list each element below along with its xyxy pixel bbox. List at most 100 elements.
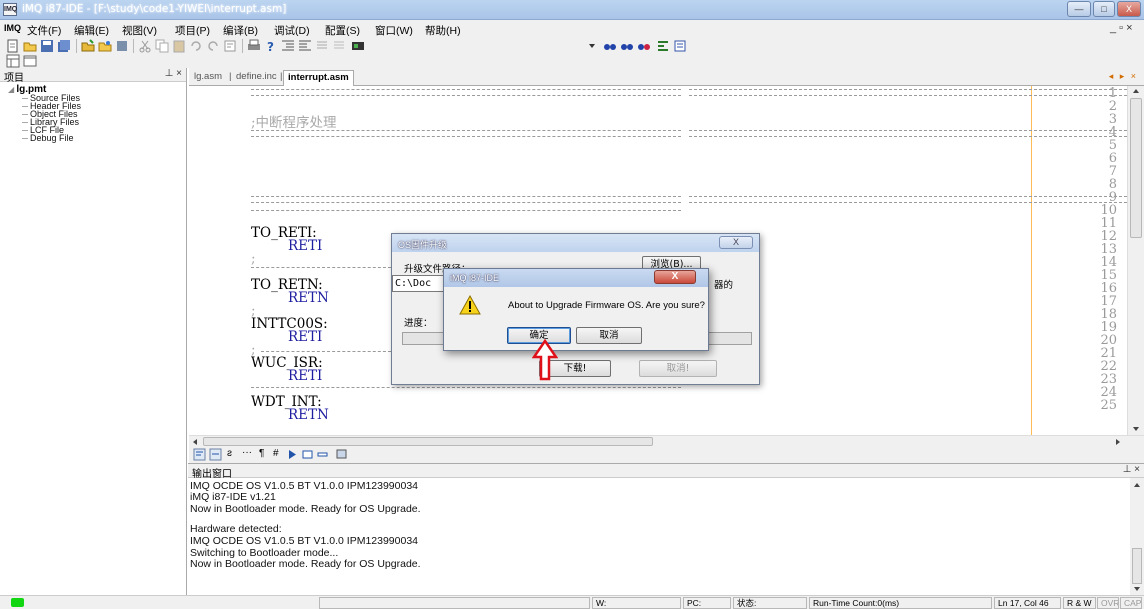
- tab-lg-asm[interactable]: lg.asm: [194, 70, 222, 86]
- tab-navigation[interactable]: ◂ ▸ ×: [1109, 71, 1138, 82]
- main-toolbar: ?: [0, 38, 1144, 54]
- find-next-icon[interactable]: [620, 39, 634, 53]
- status-message: [319, 597, 590, 609]
- uncomment-icon[interactable]: [332, 39, 346, 53]
- ellipsis-icon[interactable]: ···: [242, 447, 252, 458]
- status-cap: CAP: [1120, 597, 1142, 609]
- confirm-cancel-button[interactable]: 取消: [576, 327, 642, 344]
- stop-icon[interactable]: [302, 449, 313, 460]
- confirm-close-button[interactable]: X: [654, 270, 696, 284]
- scroll-down-icon[interactable]: [1132, 426, 1140, 432]
- status-mode: R & W: [1063, 597, 1096, 609]
- comment-icon[interactable]: [315, 39, 329, 53]
- cut-icon[interactable]: [138, 39, 152, 53]
- os-cancel-button[interactable]: 取消!: [639, 360, 717, 377]
- output-line: iMQ i87-IDE v1.21: [190, 491, 276, 503]
- paste-icon[interactable]: [172, 39, 186, 53]
- outdent-icon[interactable]: [298, 39, 312, 53]
- find-in-files-icon[interactable]: [223, 39, 237, 53]
- monitor-icon[interactable]: [336, 449, 347, 460]
- output-line: IMQ OCDE OS V1.0.5 BT V1.0.0 IPM12399003…: [190, 535, 419, 547]
- firmware-path-input[interactable]: C:\Doc: [392, 275, 447, 292]
- help-icon[interactable]: ?: [264, 39, 278, 53]
- comment-separator: [689, 130, 1127, 137]
- os-upgrade-close-button[interactable]: X: [719, 236, 753, 249]
- minus-icon[interactable]: [317, 449, 328, 460]
- status-runtime: Run-Time Count:0(ms): [809, 597, 992, 609]
- output-scroll-thumb[interactable]: [1132, 548, 1142, 584]
- print-icon[interactable]: [247, 39, 261, 53]
- menu-config[interactable]: 配置(S): [325, 23, 360, 38]
- menu-help[interactable]: 帮助(H): [425, 23, 461, 38]
- dropdown-arrow-icon[interactable]: [588, 42, 596, 50]
- output-scrollbar[interactable]: [1130, 478, 1144, 596]
- editor-horizontal-thumb[interactable]: [203, 437, 653, 446]
- goto-icon[interactable]: [673, 39, 687, 53]
- find-prev-icon[interactable]: [637, 39, 651, 53]
- undo-icon[interactable]: [189, 39, 203, 53]
- play-icon[interactable]: [287, 449, 298, 460]
- status-bar: W: PC: 状态: Run-Time Count:0(ms) Ln 17, C…: [0, 595, 1144, 609]
- menu-bar: IMQ 文件(F) 编辑(E) 视图(V) 项目(P) 编译(B) 调试(D) …: [0, 20, 1144, 38]
- scroll-down-icon[interactable]: [1133, 586, 1141, 592]
- output-panel-controls[interactable]: ⊥ ×: [1123, 464, 1140, 475]
- maximize-button[interactable]: □: [1093, 1, 1115, 17]
- code-line-3: ;中断程序处理: [251, 115, 337, 131]
- scroll-up-icon[interactable]: [1133, 482, 1141, 488]
- menu-build[interactable]: 编译(B): [223, 23, 258, 38]
- editor-horizontal-scrollbar[interactable]: [189, 435, 1144, 447]
- pilcrow-icon[interactable]: ¶: [259, 448, 264, 459]
- compile-icon[interactable]: [193, 448, 206, 461]
- build-icon[interactable]: [209, 448, 222, 461]
- indent-icon[interactable]: [281, 39, 295, 53]
- open-project-icon[interactable]: [98, 39, 112, 53]
- comment-separator: [251, 387, 681, 390]
- menu-project[interactable]: 项目(P): [175, 23, 210, 38]
- tab-interrupt-asm[interactable]: interrupt.asm: [283, 70, 354, 86]
- new-file-icon[interactable]: [6, 39, 20, 53]
- mdi-controls[interactable]: _ ▫ ×: [1110, 22, 1133, 34]
- copy-icon[interactable]: [155, 39, 169, 53]
- redo-icon[interactable]: [206, 39, 220, 53]
- status-ovr: OVR: [1097, 597, 1119, 609]
- save-all-icon[interactable]: [57, 39, 71, 53]
- comment-separator: [261, 351, 391, 353]
- menu-edit[interactable]: 编辑(E): [74, 23, 109, 38]
- find-icon[interactable]: [603, 39, 617, 53]
- confirm-dialog: iMQ i87-IDE X About to Upgrade Firmware …: [443, 268, 709, 351]
- scroll-left-icon[interactable]: [192, 438, 198, 446]
- bookmark-toolbar: ƨ ··· ¶ #: [189, 447, 1144, 463]
- project-panel-controls[interactable]: ⊥ ×: [165, 68, 182, 79]
- menu-debug[interactable]: 调试(D): [274, 23, 310, 38]
- save-project-icon[interactable]: [115, 39, 129, 53]
- tree-debug-file[interactable]: Debug File: [30, 133, 74, 143]
- open-folder-icon[interactable]: [23, 39, 37, 53]
- layout-icon[interactable]: [6, 54, 20, 68]
- menu-window[interactable]: 窗口(W): [375, 23, 413, 38]
- close-button[interactable]: X: [1117, 1, 1141, 17]
- replace-icon[interactable]: [656, 39, 670, 53]
- code-line-22: RETI: [288, 368, 323, 384]
- paragraph-icon[interactable]: ƨ: [227, 448, 232, 459]
- menu-view[interactable]: 视图(V): [122, 23, 157, 38]
- window-icon[interactable]: [23, 54, 37, 68]
- debug-tool-icon[interactable]: [351, 39, 365, 53]
- code-line-19: RETI: [288, 329, 323, 345]
- new-project-icon[interactable]: [81, 39, 95, 53]
- tab-define-inc[interactable]: define.inc: [236, 70, 277, 86]
- scroll-up-icon[interactable]: [1132, 88, 1140, 94]
- doc-icon[interactable]: IMQ: [4, 23, 21, 33]
- code-line-16: RETN: [288, 290, 329, 306]
- hash-icon[interactable]: #: [273, 448, 279, 459]
- right-margin-guide: [1031, 86, 1032, 435]
- editor-vertical-thumb[interactable]: [1130, 98, 1142, 238]
- menu-file[interactable]: 文件(F): [27, 23, 61, 38]
- confirm-message: About to Upgrade Firmware OS. Are you su…: [508, 300, 705, 311]
- warning-icon: [459, 295, 481, 315]
- minimize-button[interactable]: —: [1067, 1, 1091, 17]
- comment-separator: [251, 89, 681, 96]
- save-icon[interactable]: [40, 39, 54, 53]
- editor-vertical-scrollbar[interactable]: [1127, 86, 1144, 435]
- scroll-right-icon[interactable]: [1115, 438, 1121, 446]
- app-icon: IMQ: [3, 3, 17, 16]
